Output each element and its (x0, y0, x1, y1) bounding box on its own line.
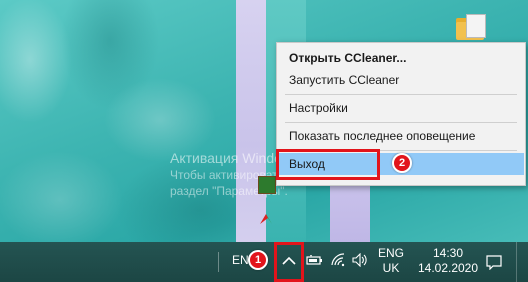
wifi-icon[interactable] (330, 253, 346, 272)
taskbar-clock[interactable]: 14:30 14.02.2020 (417, 246, 479, 276)
action-center-icon (486, 255, 502, 270)
annotation-badge-2: 2 (392, 153, 412, 173)
action-center-button[interactable] (480, 244, 508, 280)
taskbar-divider (218, 252, 219, 272)
show-desktop-edge[interactable] (516, 242, 517, 282)
menu-item-run-ccleaner[interactable]: Запустить CCleaner (278, 69, 524, 91)
battery-icon[interactable] (306, 253, 324, 272)
annotation-badge-1: 1 (248, 250, 268, 270)
menu-separator (285, 94, 517, 95)
wallpaper-stripe (236, 0, 266, 242)
desktop-folder-icon[interactable] (456, 14, 486, 40)
annotation-box-chevron (274, 242, 304, 282)
keyboard-layout: UK (382, 261, 400, 275)
menu-separator (285, 122, 517, 123)
clock-time: 14:30 (432, 246, 464, 260)
language-code: ENG (377, 246, 404, 260)
volume-icon[interactable] (352, 252, 370, 272)
menu-item-show-last-notification[interactable]: Показать последнее оповещение (278, 125, 524, 147)
annotation-box-exit (276, 149, 380, 180)
app-icon[interactable] (258, 176, 276, 194)
ccleaner-icon[interactable] (258, 210, 274, 226)
clock-date: 14.02.2020 (417, 261, 479, 275)
taskbar-language-short[interactable]: EN (232, 253, 249, 267)
menu-item-settings[interactable]: Настройки (278, 97, 524, 119)
input-language-indicator[interactable]: ENG UK (377, 246, 405, 276)
menu-item-open-ccleaner[interactable]: Открыть CCleaner... (278, 47, 524, 69)
